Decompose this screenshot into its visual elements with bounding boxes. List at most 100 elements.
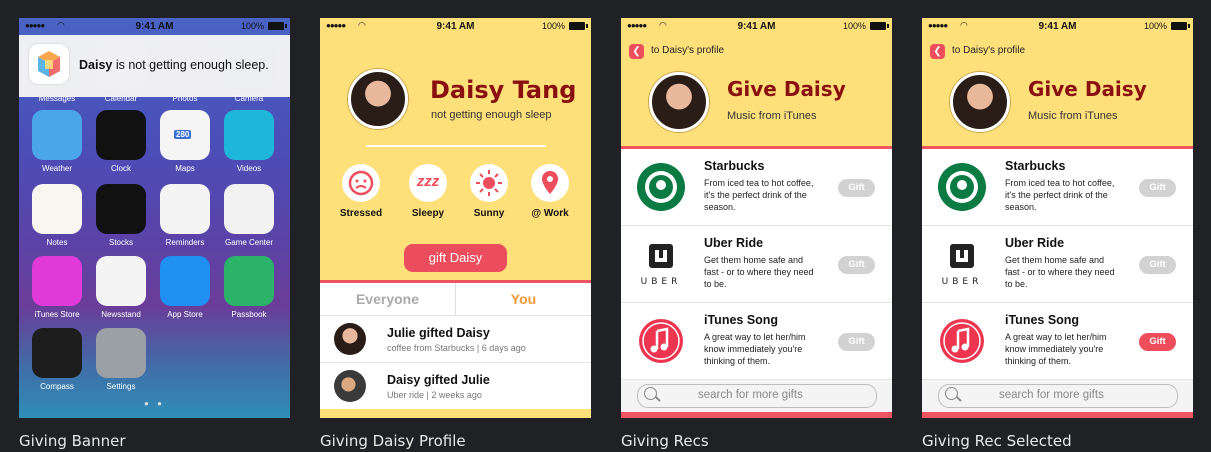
mood-sleepy-button[interactable]: zzz (409, 164, 447, 202)
app-label: Stocks (108, 238, 133, 247)
app-label: Weather (41, 164, 73, 173)
recs-title: Give Daisy (727, 77, 846, 101)
gift-daisy-button[interactable]: gift Daisy (404, 244, 507, 272)
clock-app-icon[interactable] (96, 110, 146, 160)
rec-desc: Get them home safe and fast - or to wher… (704, 255, 814, 289)
stressed-face-icon (348, 170, 374, 196)
rec-item-uber[interactable]: UBER Uber Ride Get them home safe and fa… (621, 226, 892, 303)
videos-app-icon[interactable] (224, 110, 274, 160)
app-label: Videos (236, 164, 262, 173)
app-label: Notes (46, 238, 68, 247)
notes-app-icon[interactable] (32, 184, 82, 234)
starbucks-logo (938, 163, 986, 211)
gift-button-selected[interactable]: Gift (1139, 333, 1176, 351)
itunes-logo (639, 319, 683, 363)
gift-button[interactable]: Gift (838, 333, 875, 351)
passbook-app-icon[interactable] (224, 256, 274, 306)
rec-desc: A great way to let her/him know immediat… (704, 332, 806, 366)
bottom-strip (922, 412, 1193, 418)
starbucks-logo (637, 163, 685, 211)
banner-name: Daisy (79, 58, 113, 72)
recs-subtitle: Music from iTunes (727, 110, 817, 122)
status-bar: ●●●●● ◠ 9:41 AM 100% (922, 18, 1193, 35)
rec-item-starbucks[interactable]: Starbucks From iced tea to hot coffee, i… (922, 149, 1193, 226)
rec-title: Uber Ride (704, 236, 764, 250)
rec-item-uber[interactable]: UBER Uber Ride Get them home safe and fa… (922, 226, 1193, 303)
recs-title: Give Daisy (1028, 77, 1147, 101)
back-button[interactable]: ❮ (930, 44, 945, 59)
caption-giving-rec-selected: Giving Rec Selected (922, 432, 1072, 450)
giving-recs-screen: ●●●●● ◠ 9:41 AM 100% ❮ to Daisy's profil… (621, 18, 892, 418)
status-bar: ●●●●● ◠ 9:41 AM 100% (320, 18, 591, 35)
weather-app-icon[interactable] (32, 110, 82, 160)
rec-title: Starbucks (1005, 159, 1066, 173)
rec-desc: From iced tea to hot coffee, it's the pe… (1005, 178, 1115, 212)
gift-button[interactable]: Gift (838, 179, 875, 197)
battery-icon (1171, 22, 1190, 30)
reminders-app-icon[interactable] (160, 184, 210, 234)
compass-app-icon[interactable] (32, 328, 82, 378)
daisy-avatar (649, 72, 709, 132)
rec-item-itunes[interactable]: iTunes Song A great way to let her/him k… (621, 303, 892, 380)
app-label: iTunes Store (34, 310, 80, 319)
feed-item[interactable]: Julie gifted Daisy coffee from Starbucks… (320, 315, 591, 362)
tab-everyone[interactable]: Everyone (320, 283, 456, 315)
stocks-app-icon[interactable] (96, 184, 146, 234)
app-label: Newsstand (101, 310, 141, 319)
tab-you[interactable]: You (456, 283, 591, 315)
rec-desc: A great way to let her/him know immediat… (1005, 332, 1107, 366)
game-center-app-icon[interactable] (224, 184, 274, 234)
app-cube-icon (29, 44, 69, 84)
maps-route-badge: 280 (174, 130, 192, 139)
bottom-strip (621, 412, 892, 418)
gift-button[interactable]: Gift (1139, 179, 1176, 197)
app-label: App Store (167, 310, 203, 319)
profile-name: Daisy Tang (430, 76, 577, 104)
caption-giving-recs: Giving Recs (621, 432, 709, 450)
rec-desc: From iced tea to hot coffee, it's the pe… (704, 178, 814, 212)
battery-icon (569, 22, 588, 30)
app-label: Settings (106, 382, 136, 391)
daisy-avatar (950, 72, 1010, 132)
back-button[interactable]: ❮ (629, 44, 644, 59)
newsstand-app-icon[interactable] (96, 256, 146, 306)
gift-button[interactable]: Gift (1139, 256, 1176, 274)
feed-item[interactable]: Daisy gifted Julie Uber ride | 2 weeks a… (320, 362, 591, 409)
notification-banner[interactable]: Daisy is not getting enough sleep. (19, 35, 290, 97)
page-dots: ● ● (144, 399, 165, 408)
battery-percent: 100% (1143, 21, 1167, 31)
rec-item-starbucks[interactable]: Starbucks From iced tea to hot coffee, i… (621, 149, 892, 226)
maps-app-icon[interactable]: 280 (160, 110, 210, 160)
sleepy-zzz-icon: zzz (416, 173, 440, 190)
rec-desc: Get them home safe and fast - or to wher… (1005, 255, 1115, 289)
search-input[interactable]: search for more gifts (637, 384, 877, 408)
app-label: Maps (175, 164, 195, 173)
mood-label-sunny: Sunny (473, 208, 505, 219)
giving-banner-screen: Messages Calendar Photos Camera Weather Clock… (19, 18, 290, 418)
back-label[interactable]: to Daisy's profile (952, 45, 1025, 56)
banner-text: is not getting enough sleep. (112, 58, 269, 72)
app-store-app-icon[interactable] (160, 256, 210, 306)
gift-button[interactable]: Gift (838, 256, 875, 274)
mood-label-stressed: Stressed (339, 208, 383, 219)
profile-status: not getting enough sleep (431, 109, 552, 121)
back-label[interactable]: to Daisy's profile (651, 45, 724, 56)
search-icon (945, 387, 958, 400)
status-bar: ●●●●● ◠ 9:41 AM 100% (621, 18, 892, 35)
mood-stressed-button[interactable] (342, 164, 380, 202)
app-label: Game Center (224, 238, 274, 247)
mood-sunny-button[interactable] (470, 164, 508, 202)
mood-work-button[interactable] (531, 164, 569, 202)
feed-avatar (334, 323, 366, 355)
search-placeholder: search for more gifts (999, 389, 1104, 401)
search-input[interactable]: search for more gifts (938, 384, 1178, 408)
giving-rec-selected-screen: ●●●●● ◠ 9:41 AM 100% ❮ to Daisy's profil… (922, 18, 1193, 418)
rec-item-itunes[interactable]: iTunes Song A great way to let her/him k… (922, 303, 1193, 380)
app-label: Compass (40, 382, 74, 391)
uber-logo: UBER (942, 244, 978, 287)
feed-avatar (334, 370, 366, 402)
settings-app-icon[interactable] (96, 328, 146, 378)
giving-profile-screen: ●●●●● ◠ 9:41 AM 100% Daisy Tang not gett… (320, 18, 591, 418)
itunes-store-app-icon[interactable] (32, 256, 82, 306)
app-label: Passbook (231, 310, 267, 319)
